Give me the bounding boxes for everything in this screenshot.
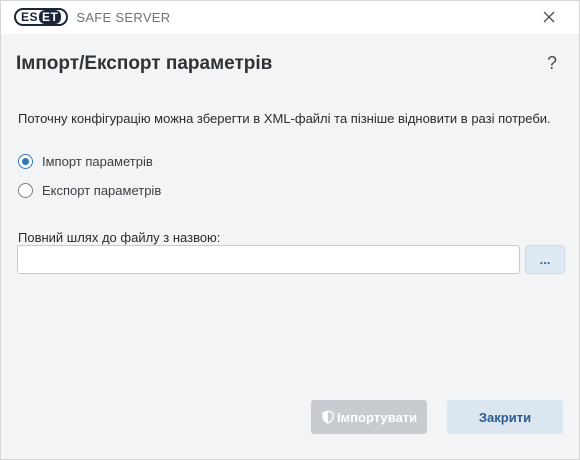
close-icon	[543, 11, 555, 23]
close-button-label: Закрити	[478, 409, 532, 425]
radio-import-label: Імпорт параметрів	[42, 154, 153, 169]
radio-button-checked[interactable]	[18, 154, 33, 169]
radio-export-label: Експорт параметрів	[42, 183, 162, 198]
product-name: SAFE SERVER	[76, 9, 171, 25]
dialog-description: Поточну конфігурацію можна зберегти в XM…	[18, 111, 551, 126]
close-button[interactable]: Закрити	[447, 400, 563, 434]
file-path-label: Повний шлях до файлу з назвою:	[18, 230, 221, 245]
browse-button[interactable]: ...	[525, 245, 565, 274]
radio-button-unchecked[interactable]	[18, 183, 33, 198]
radio-export-settings[interactable]: Експорт параметрів	[18, 183, 161, 198]
shield-icon	[322, 410, 334, 424]
logo-text-es: ES	[21, 10, 39, 24]
close-window-button[interactable]	[541, 9, 557, 25]
dialog-title: Імпорт/Експорт параметрів	[16, 53, 273, 74]
radio-import-settings[interactable]: Імпорт параметрів	[18, 154, 153, 169]
eset-logo-mark: ES ET	[14, 8, 69, 26]
title-bar: ES ET SAFE SERVER	[1, 1, 579, 34]
dialog-window: ES ET SAFE SERVER Імпорт/Експорт параметр…	[0, 0, 580, 460]
help-button[interactable]: ?	[547, 53, 557, 74]
import-button-label: Імпортувати	[336, 409, 418, 425]
eset-logo: ES ET SAFE SERVER	[14, 8, 170, 26]
file-path-input[interactable]	[17, 245, 520, 274]
import-button[interactable]: Імпортувати	[311, 400, 427, 434]
logo-text-et: ET	[39, 10, 62, 24]
